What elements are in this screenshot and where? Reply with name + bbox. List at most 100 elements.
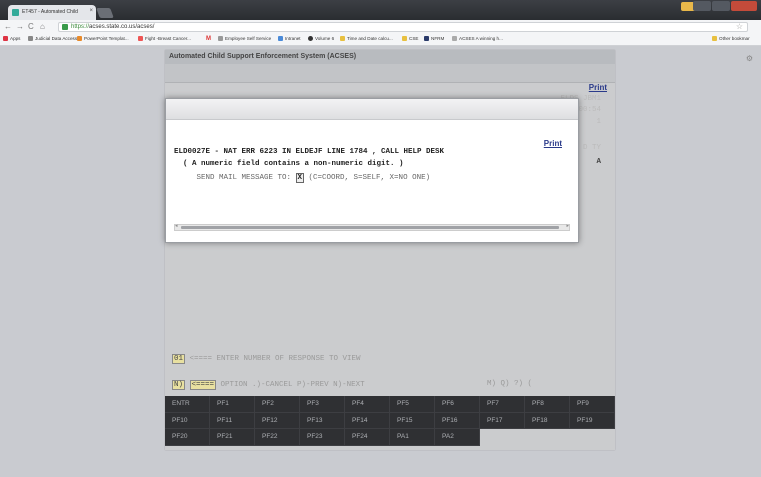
bookmark-label: CSE [409, 36, 419, 41]
browser-tab[interactable]: ET457 - Automated Child × [8, 5, 96, 20]
pf-key[interactable]: PF10 [165, 412, 210, 430]
bookmark-intranet[interactable]: Intranet [278, 36, 301, 41]
nfrm-icon [424, 36, 429, 41]
mail-prompt: SEND MAIL MESSAGE TO: [174, 174, 296, 182]
bookmark-label: PowerPoint Templat... [84, 36, 129, 41]
bookmark-acses[interactable]: ACSES A winning h... [452, 36, 503, 41]
title-bar: ET457 - Automated Child × [0, 0, 761, 20]
new-tab-button[interactable] [96, 8, 114, 18]
bookmark-label: ACSES A winning h... [459, 36, 503, 41]
mail-recipient-input[interactable]: X [295, 173, 305, 183]
pf-key[interactable]: PF16 [435, 412, 480, 430]
pf-key[interactable]: PF20 [165, 429, 210, 446]
powerpoint-icon [77, 36, 82, 41]
pf-key[interactable]: PF7 [480, 396, 525, 413]
pf-key-blank [480, 429, 525, 446]
bookmark-nfrm[interactable]: NFRM [424, 36, 444, 41]
pf-key[interactable]: PF21 [210, 429, 255, 446]
forward-arrow-icon[interactable]: → [16, 22, 24, 32]
bookmarks-bar: Apps Judicial Data Access PowerPoint Tem… [0, 34, 761, 46]
pf-key[interactable]: PF14 [345, 412, 390, 430]
bookmark-timedate[interactable]: Time and Date calcu... [340, 36, 393, 41]
page-icon [218, 36, 223, 41]
minimize-button[interactable] [693, 1, 711, 11]
browser-window: ET457 - Automated Child × ← → C ⌂ https:… [0, 0, 761, 477]
bookmark-volume6[interactable]: Volume 6 [308, 36, 334, 41]
bookmark-breast-cancer[interactable]: Fight -Breast Cancer... [138, 36, 191, 41]
pf-key[interactable]: PF1 [210, 396, 255, 413]
bookmark-gmail[interactable]: M [206, 36, 211, 42]
scroll-left-icon[interactable]: ◂ [175, 223, 178, 229]
favicon-icon [12, 9, 19, 16]
close-window-button[interactable] [731, 1, 757, 11]
scroll-right-icon[interactable]: ▸ [566, 223, 569, 229]
pf-key[interactable]: PF17 [480, 412, 525, 430]
address-path: acses.state.co.us/acses/ [89, 24, 155, 30]
option-input[interactable]: N) [172, 380, 186, 390]
bookmark-label: Volume 6 [315, 36, 335, 41]
pf-key[interactable]: PF24 [345, 429, 390, 446]
pf-key[interactable]: PF11 [210, 412, 255, 430]
pf-key[interactable]: PF13 [300, 412, 345, 430]
option-arrow: <==== [189, 380, 217, 390]
ribbon-icon [138, 36, 143, 41]
bookmark-judicial[interactable]: Judicial Data Access [28, 36, 77, 41]
response-line: 01 <==== ENTER NUMBER OF RESPONSE TO VIE… [172, 354, 361, 364]
address-scheme: https:// [71, 24, 90, 30]
response-number-input[interactable]: 01 [172, 354, 186, 364]
back-arrow-icon[interactable]: ← [4, 22, 12, 32]
bookmark-employee[interactable]: Employee Self Service [218, 36, 271, 41]
home-icon[interactable]: ⌂ [40, 22, 45, 32]
error-message: ELD0027E - NAT ERR 6223 IN ELDEJF LINE 1… [174, 148, 445, 156]
pf-key-grid: ENTR PF1 PF2 PF3 PF4 PF5 PF6 PF7 PF8 PF9… [165, 396, 615, 446]
pa-key[interactable]: PA1 [390, 429, 435, 446]
bookmark-label: Time and Date calcu... [347, 36, 393, 41]
address-bar[interactable]: https://acses.state.co.us/acses/ ☆ [58, 22, 748, 32]
app-header-title: Automated Child Support Enforcement Syst… [165, 50, 615, 64]
horizontal-scrollbar[interactable]: ◂ ▸ [174, 223, 570, 231]
pf-key[interactable]: PF2 [255, 396, 300, 413]
bookmark-other[interactable]: Other bookmar [712, 36, 750, 41]
reload-icon[interactable]: C [28, 22, 34, 32]
pf-key[interactable]: PF19 [570, 412, 615, 430]
bookmark-label: NFRM [431, 36, 445, 41]
print-link[interactable]: Print [589, 83, 607, 92]
pf-key[interactable]: PF18 [525, 412, 570, 430]
maximize-button[interactable] [712, 1, 730, 11]
app-subheader [165, 64, 615, 83]
terminal-time: 00:54 [578, 106, 601, 114]
mail-options: (C=COORD, S=SELF, X=NO ONE) [304, 174, 431, 182]
page-icon [28, 36, 33, 41]
pf-key-blank [525, 429, 570, 446]
pf-key[interactable]: PF15 [390, 412, 435, 430]
response-prompt: <==== ENTER NUMBER OF RESPONSE TO VIEW [189, 355, 361, 363]
terminal-value-a: A [596, 158, 601, 166]
pf-key[interactable]: PF6 [435, 396, 480, 413]
terminal-page: 1 [596, 118, 601, 126]
pf-key[interactable]: PF9 [570, 396, 615, 413]
error-detail: ( A numeric field contains a non-numeric… [174, 160, 404, 168]
bookmark-label: Other bookmar [719, 36, 750, 41]
bookmark-cse[interactable]: CSE [402, 36, 418, 41]
folder-icon [402, 36, 407, 41]
scrollbar-thumb[interactable] [181, 226, 559, 229]
pf-key[interactable]: PF4 [345, 396, 390, 413]
pf-key[interactable]: PF5 [390, 396, 435, 413]
bookmark-apps[interactable]: Apps [3, 36, 20, 41]
bookmark-powerpoint[interactable]: PowerPoint Templat... [77, 36, 129, 41]
pa-key[interactable]: PA2 [435, 429, 480, 446]
pf-key[interactable]: PF3 [300, 396, 345, 413]
pf-key[interactable]: PF8 [525, 396, 570, 413]
page-icon [452, 36, 457, 41]
bookmark-star-icon[interactable]: ☆ [736, 23, 743, 31]
pf-key-entr[interactable]: ENTR [165, 396, 210, 413]
navigation-bar: ← → C ⌂ https://acses.state.co.us/acses/… [0, 20, 761, 35]
pf-key[interactable]: PF23 [300, 429, 345, 446]
intranet-icon [278, 36, 283, 41]
window-controls [693, 1, 757, 11]
tab-close-icon[interactable]: × [89, 8, 93, 14]
pf-key[interactable]: PF12 [255, 412, 300, 430]
gear-icon[interactable]: ⚙ [746, 54, 753, 63]
dialog-print-link[interactable]: Print [544, 139, 562, 148]
pf-key[interactable]: PF22 [255, 429, 300, 446]
